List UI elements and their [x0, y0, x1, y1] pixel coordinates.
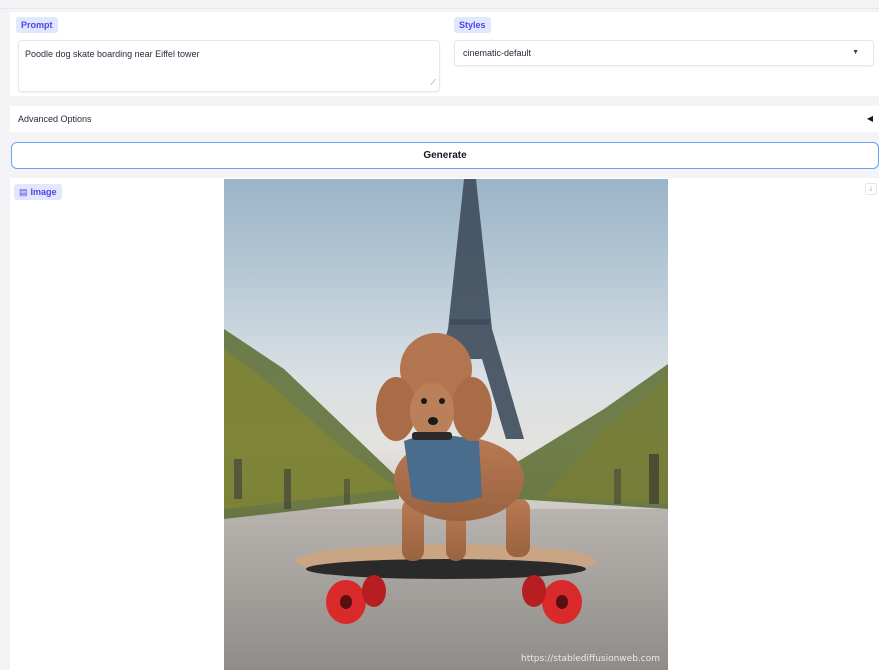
advanced-options-accordion[interactable]: Advanced Options ◀ — [10, 106, 879, 132]
image-icon: ▤ — [19, 187, 28, 197]
image-output-block: ▤ Image ⤓ https://stablediffusionweb.com — [10, 178, 879, 670]
prompt-label: Prompt — [16, 17, 58, 33]
image-label-chip: ▤ Image — [14, 184, 62, 200]
styles-dropdown[interactable]: cinematic-default ▼ — [454, 40, 874, 66]
advanced-options-label: Advanced Options — [18, 114, 92, 124]
watermark-text: https://stablediffusionweb.com — [521, 654, 660, 664]
prompt-block: Prompt Poodle dog skate boarding near Ei… — [10, 12, 448, 96]
collapse-arrow-icon: ◀ — [866, 114, 873, 123]
generated-image: https://stablediffusionweb.com — [224, 179, 668, 670]
styles-selected-value: cinematic-default — [463, 48, 532, 58]
chevron-down-icon: ▼ — [852, 49, 859, 56]
styles-label: Styles — [454, 17, 491, 33]
prompt-textarea[interactable]: Poodle dog skate boarding near Eiffel to… — [18, 40, 440, 92]
generate-button[interactable]: Generate — [11, 142, 879, 169]
download-icon[interactable]: ⤓ — [865, 183, 877, 195]
generated-image-art — [224, 179, 668, 670]
resize-grip-icon[interactable]: ⟋ — [430, 77, 436, 89]
image-label: Image — [30, 187, 57, 197]
top-divider — [0, 8, 879, 9]
prompt-text: Poodle dog skate boarding near Eiffel to… — [25, 49, 200, 59]
styles-block: Styles cinematic-default ▼ — [448, 12, 879, 96]
